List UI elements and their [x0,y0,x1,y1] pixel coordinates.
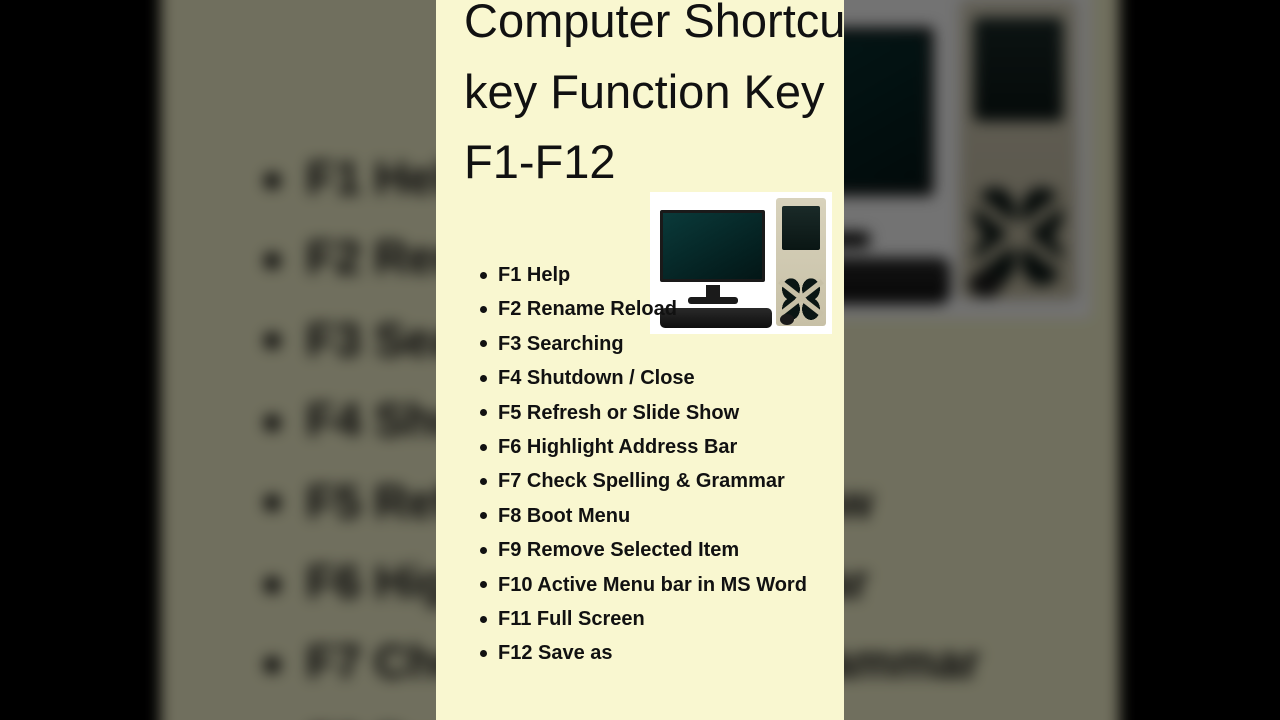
stage: Computer Shortcut key Function Key F1-F1… [0,0,1280,720]
bullet-icon [480,444,487,451]
list-item: F3 Searching [480,327,844,361]
list-item: F12 Save as [480,636,844,670]
list-item-label: F2 Rename Reload [498,292,677,326]
bullet-icon [480,650,487,657]
bullet-icon [480,409,487,416]
page-title: Computer Shortcut key Function Key F1-F1… [464,0,844,198]
list-item: F6 Highlight Address Bar [480,430,844,464]
bullet-icon [480,512,487,519]
list-item: F7 Check Spelling & Grammar [480,464,844,498]
bullet-icon [264,414,280,430]
list-item: F8 Boot Menu [480,499,844,533]
list-item-label: F1 Help [498,258,570,292]
list-item: F11 Full Screen [480,602,844,636]
bullet-icon [264,576,280,592]
list-item-label: F3 Searching [498,327,624,361]
bullet-icon [480,616,487,623]
bullet-icon [480,340,487,347]
bullet-icon [480,306,487,313]
tower-icon [960,0,1078,300]
list-item: F2 Rename Reload [480,292,844,326]
mouse-icon [969,271,1002,297]
bullet-icon [480,581,487,588]
list-item-label: F10 Active Menu bar in MS Word [498,568,807,602]
list-item: F10 Active Menu bar in MS Word [480,568,844,602]
bullet-icon [264,172,280,188]
list-item-label: F9 Remove Selected Item [498,533,739,567]
list-item: F5 Refresh or Slide Show [480,396,844,430]
list-item: F9 Remove Selected Item [480,533,844,567]
bullet-icon [264,657,280,673]
bullet-icon [264,334,280,350]
bullet-icon [480,478,487,485]
list-item-label: F4 Shutdown / Close [498,361,695,395]
content-card: Computer Shortcut key Function Key F1-F1… [436,0,844,720]
list-item-label: F6 Highlight Address Bar [498,430,737,464]
list-item-label: F12 Save as [498,636,613,670]
function-key-list: F1 HelpF2 Rename ReloadF3 SearchingF4 Sh… [480,258,844,671]
bullet-icon [264,253,280,269]
bullet-icon [480,375,487,382]
list-item-label: F11 Full Screen [498,602,645,636]
bullet-icon [264,495,280,511]
list-item: F4 Shutdown / Close [480,361,844,395]
list-item: F1 Help [480,258,844,292]
bullet-icon [480,272,487,279]
bullet-icon [480,547,487,554]
list-item-label: F7 Check Spelling & Grammar [498,464,785,498]
list-item-label: F5 Refresh or Slide Show [498,396,739,430]
list-item-label: F8 Boot Menu [498,499,630,533]
